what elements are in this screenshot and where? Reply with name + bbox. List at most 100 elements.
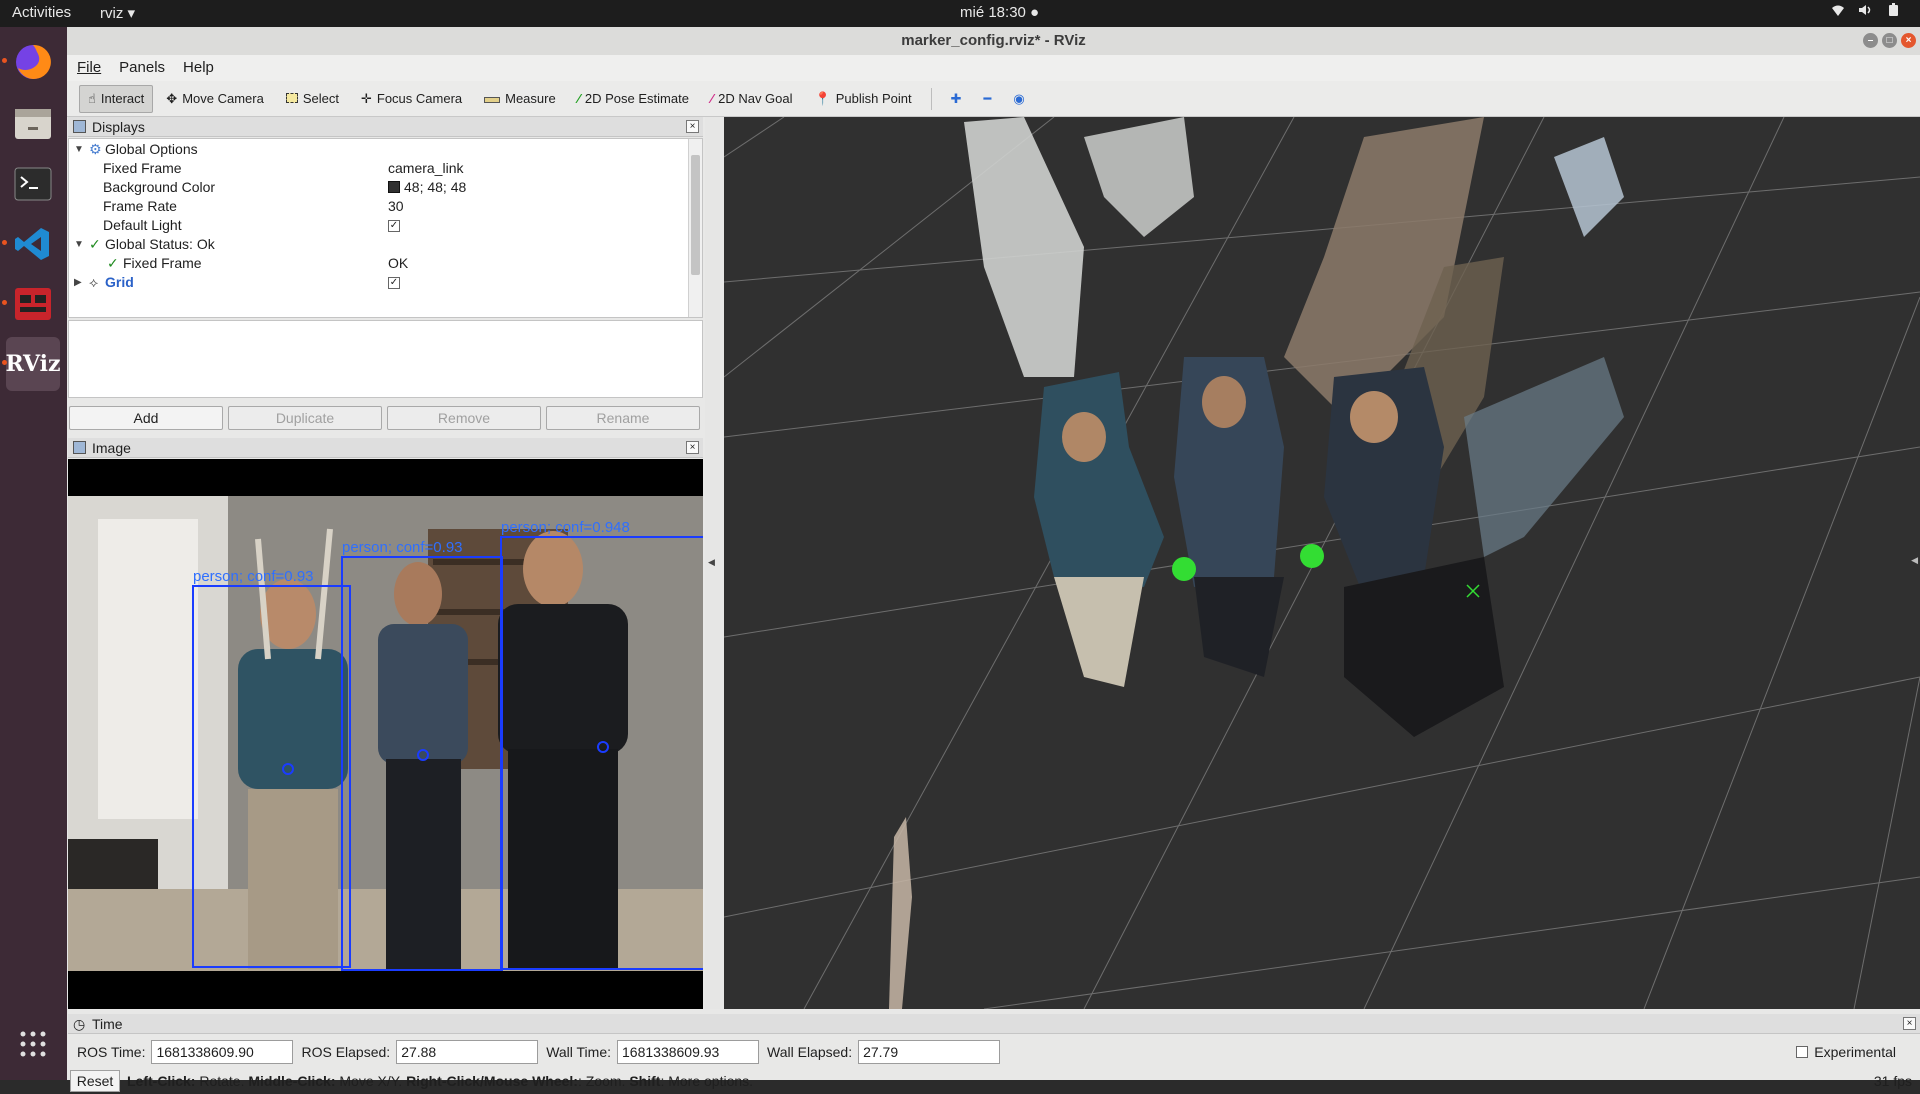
- tree-row-status-fixed-frame[interactable]: ✓ Fixed Frame OK: [69, 254, 687, 273]
- volume-icon[interactable]: [1858, 3, 1874, 20]
- detection-label: person; conf=0.948: [501, 519, 630, 536]
- hint-key: Right-Click/Mouse Wheel:: [406, 1073, 578, 1089]
- detection-overlay: person; conf=0.93 person; conf=0.93 pers…: [192, 519, 703, 971]
- monitor-icon: [73, 120, 86, 133]
- remove-tool-button[interactable]: ━: [975, 85, 1001, 113]
- activities-button[interactable]: Activities: [12, 4, 71, 21]
- system-tray[interactable]: [1830, 3, 1902, 20]
- ruler-icon: [484, 91, 501, 106]
- tree-row-background-color[interactable]: Background Color 48; 48; 48: [69, 178, 687, 197]
- menu-file[interactable]: File: [77, 55, 101, 81]
- show-applications-icon[interactable]: [6, 1017, 60, 1071]
- tool-2d-pose-estimate[interactable]: ⁄ 2D Pose Estimate: [569, 85, 698, 113]
- 3d-render-view[interactable]: ◀: [724, 117, 1920, 1009]
- color-text: 48; 48; 48: [404, 179, 467, 195]
- detection-box: [192, 585, 351, 968]
- minus-icon: ━: [983, 90, 992, 106]
- add-button[interactable]: Add: [69, 406, 223, 430]
- collapse-arrow-icon[interactable]: ▼: [74, 140, 84, 159]
- grid-enabled-checkbox[interactable]: ✓: [388, 273, 400, 292]
- screen-recorder-icon[interactable]: [6, 277, 60, 331]
- close-button[interactable]: ×: [1901, 33, 1916, 48]
- tree-label: Fixed Frame: [123, 255, 202, 271]
- tool-move-camera[interactable]: ✥ Move Camera: [157, 85, 273, 113]
- reset-button[interactable]: Reset: [70, 1070, 120, 1092]
- panel-splitter[interactable]: ◀: [705, 117, 720, 1009]
- tree-label: Background Color: [103, 179, 216, 195]
- tool-select[interactable]: Select: [277, 85, 348, 113]
- experimental-checkbox[interactable]: [1796, 1046, 1809, 1058]
- experimental-toggle[interactable]: Experimental: [1796, 1044, 1896, 1060]
- close-panel-icon[interactable]: ×: [686, 120, 699, 133]
- fixed-frame-value[interactable]: camera_link: [388, 159, 463, 178]
- background-color-value[interactable]: 48; 48; 48: [388, 178, 466, 197]
- add-tool-button[interactable]: ✚: [942, 85, 971, 113]
- collapse-arrow-icon[interactable]: ▼: [74, 235, 84, 254]
- tree-label: Fixed Frame: [103, 160, 182, 176]
- check-icon: ✓: [107, 255, 119, 271]
- tree-label: Global Status: Ok: [105, 236, 215, 252]
- tool-publish-point[interactable]: 📍 Publish Point: [806, 85, 921, 113]
- expand-arrow-icon[interactable]: ▶: [74, 273, 82, 292]
- wifi-icon[interactable]: [1830, 3, 1846, 20]
- tree-row-grid[interactable]: ▶ ⟡ Grid ✓: [69, 273, 687, 292]
- terminal-icon[interactable]: [6, 157, 60, 211]
- remove-button[interactable]: Remove: [387, 406, 541, 430]
- eye-icon: ◉: [1013, 90, 1025, 106]
- default-light-checkbox[interactable]: ✓: [388, 216, 400, 235]
- wall-elapsed-field[interactable]: 27.79: [858, 1040, 1001, 1064]
- views-button[interactable]: ◉: [1004, 85, 1033, 113]
- person-marker: [1172, 557, 1196, 581]
- window-title: marker_config.rviz* - RViz: [901, 32, 1086, 49]
- tool-label: Publish Point: [835, 91, 912, 106]
- clock[interactable]: mié 18:30 ●: [960, 4, 1039, 21]
- tool-focus-camera[interactable]: ✛ Focus Camera: [352, 85, 471, 113]
- gear-icon: ⚙: [89, 141, 102, 157]
- frame-rate-value[interactable]: 30: [388, 197, 404, 216]
- map-pin-icon: 📍: [814, 90, 831, 106]
- rviz-icon[interactable]: RViz: [5, 337, 61, 391]
- tree-row-frame-rate[interactable]: Frame Rate 30: [69, 197, 687, 216]
- collapse-right-icon[interactable]: ◀: [1911, 555, 1918, 566]
- tree-scrollbar[interactable]: [688, 139, 702, 317]
- experimental-label: Experimental: [1814, 1044, 1896, 1060]
- power-icon[interactable]: [1886, 3, 1902, 20]
- person-marker: [1300, 544, 1324, 568]
- hint-text: Move X/Y.: [335, 1073, 407, 1089]
- tool-interact[interactable]: ☝ Interact: [79, 84, 154, 113]
- menu-help[interactable]: Help: [183, 55, 214, 81]
- files-icon[interactable]: [6, 97, 60, 151]
- ros-elapsed-field[interactable]: 27.88: [396, 1040, 539, 1064]
- tool-2d-nav-goal[interactable]: ⁄ 2D Nav Goal: [702, 85, 802, 113]
- menu-panels[interactable]: Panels: [119, 55, 165, 81]
- duplicate-button[interactable]: Duplicate: [228, 406, 382, 430]
- ros-time-field[interactable]: 1681338609.90: [151, 1040, 294, 1064]
- title-bar[interactable]: marker_config.rviz* - RViz – □ ×: [67, 27, 1920, 55]
- firefox-icon[interactable]: [6, 35, 60, 89]
- maximize-button[interactable]: □: [1882, 33, 1897, 48]
- vscode-icon[interactable]: [6, 217, 60, 271]
- tools-toolbar: ☝ Interact ✥ Move Camera Select ✛ Focus …: [67, 81, 1920, 117]
- app-menu[interactable]: rviz ▾: [100, 4, 135, 22]
- detection-label: person; conf=0.93: [342, 539, 463, 556]
- fps-counter: 31 fps: [1873, 1073, 1912, 1089]
- image-view[interactable]: person; conf=0.93 person; conf=0.93 pers…: [68, 459, 703, 1009]
- close-panel-icon[interactable]: ×: [1903, 1017, 1916, 1030]
- wall-time-field[interactable]: 1681338609.93: [617, 1040, 760, 1064]
- displays-tree[interactable]: ▼ ⚙ Global Options Fixed Frame camera_li…: [68, 138, 703, 318]
- tree-row-fixed-frame[interactable]: Fixed Frame camera_link: [69, 159, 687, 178]
- centroid-marker: [417, 749, 429, 761]
- rename-button[interactable]: Rename: [546, 406, 700, 430]
- tree-row-global-options[interactable]: ▼ ⚙ Global Options: [69, 140, 687, 159]
- tree-row-default-light[interactable]: Default Light ✓: [69, 216, 687, 235]
- time-fields: ROS Time: 1681338609.90 ROS Elapsed: 27.…: [67, 1037, 1920, 1067]
- detection-label: person; conf=0.93: [193, 568, 314, 585]
- tool-label: Move Camera: [182, 91, 264, 106]
- tool-measure[interactable]: Measure: [475, 85, 565, 113]
- pink-arrow-icon: ⁄: [710, 91, 714, 106]
- tree-row-global-status[interactable]: ▼ ✓ Global Status: Ok: [69, 235, 687, 254]
- collapse-left-icon[interactable]: ◀: [708, 557, 715, 568]
- hand-icon: ☝: [88, 90, 96, 106]
- close-panel-icon[interactable]: ×: [686, 441, 699, 454]
- minimize-button[interactable]: –: [1863, 33, 1878, 48]
